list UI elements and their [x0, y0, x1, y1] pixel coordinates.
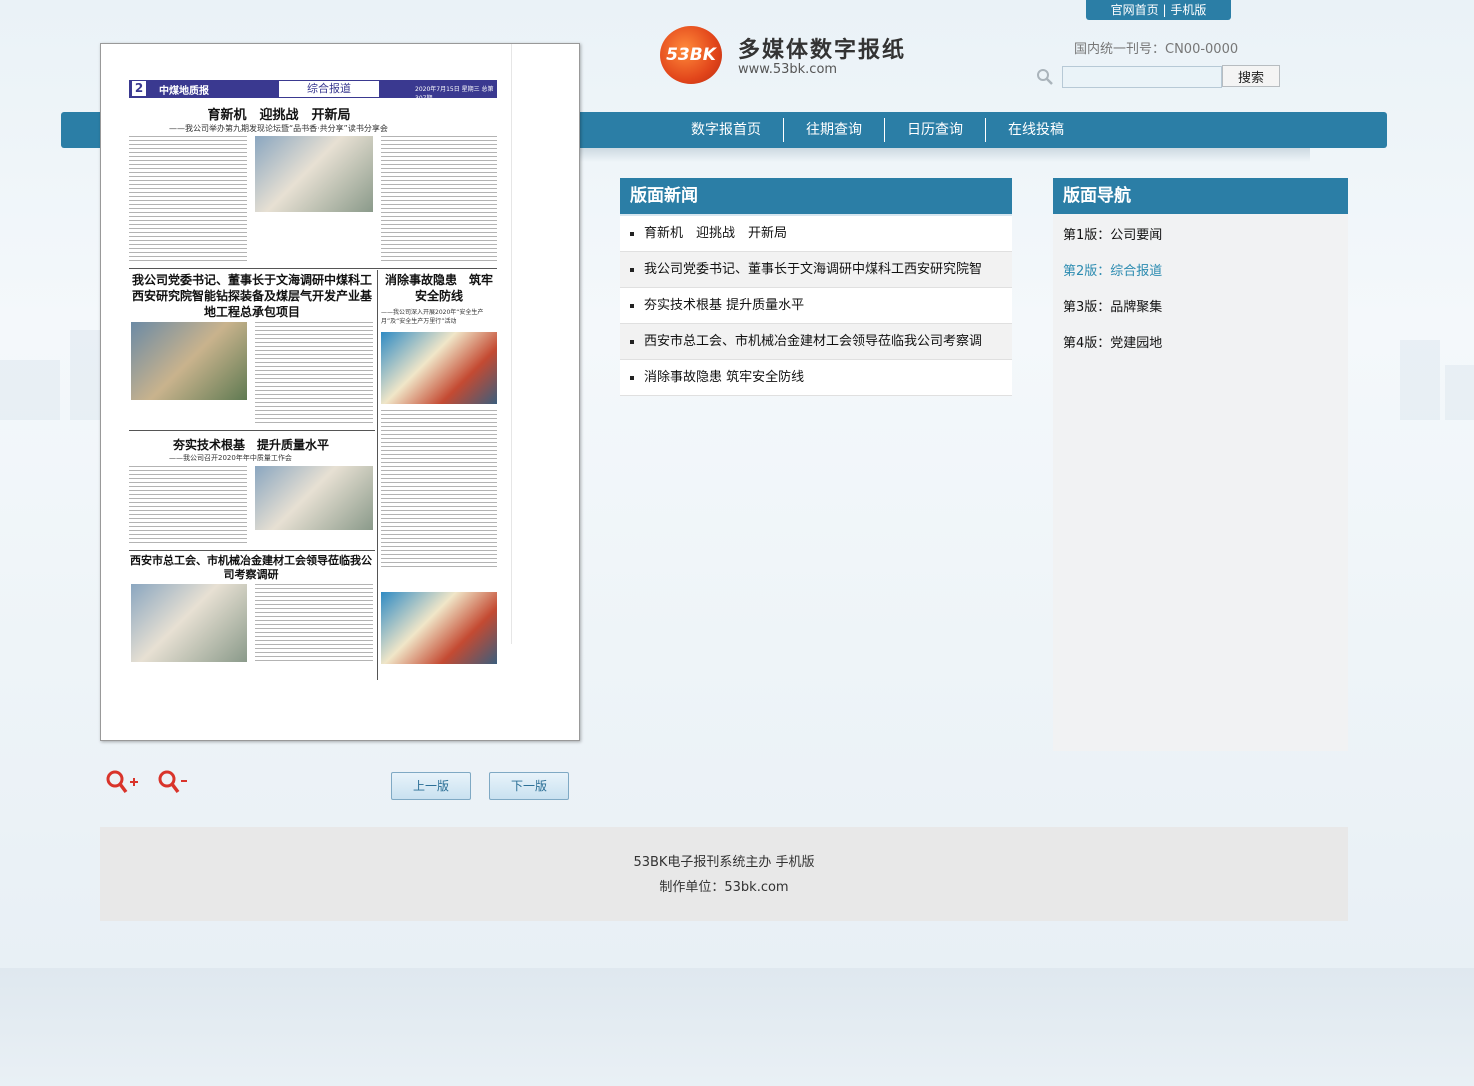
page-number: 2: [132, 81, 146, 96]
article-photo: [381, 592, 497, 664]
article-photo: [255, 136, 373, 212]
headline-3[interactable]: 消除事故隐患 筑牢安全防线: [381, 272, 497, 304]
page-nav-panel: 版面导航 第1版：公司要闻 第2版：综合报道 第3版：品牌聚集 第4版：党建园地: [1053, 178, 1348, 751]
page-header-bar: 2 中煤地质报 综合报道 2020年7月15日 星期三 总第307期: [129, 80, 497, 102]
nav-item-submit[interactable]: 在线投稿: [986, 112, 1086, 148]
article-text: [255, 322, 373, 426]
link-mobile[interactable]: 手机版: [1170, 3, 1206, 17]
section-label: 综合报道: [279, 81, 379, 97]
page-nav-item-3[interactable]: 第3版：品牌聚集: [1053, 290, 1348, 326]
article-photo: [381, 332, 497, 404]
footer-line-1: 53BK电子报刊系统主办 手机版: [633, 855, 815, 870]
prev-page-button[interactable]: 上一版: [391, 772, 471, 800]
headline-1[interactable]: 育新机 迎挑战 开新局: [129, 104, 429, 123]
article-photo: [255, 466, 373, 530]
nav-item-home[interactable]: 数字报首页: [669, 112, 783, 148]
article-text: [129, 466, 247, 546]
logo-badge: 53BK: [660, 26, 722, 84]
news-item[interactable]: 夯实技术根基 提升质量水平: [620, 288, 1012, 324]
zoom-in-icon[interactable]: [104, 768, 140, 798]
page-nav-item-1[interactable]: 第1版：公司要闻: [1053, 218, 1348, 254]
page-news-title: 版面新闻: [620, 178, 1012, 216]
page-nav-item-4[interactable]: 第4版：党建园地: [1053, 326, 1348, 362]
zoom-out-icon[interactable]: [156, 768, 192, 798]
bottom-band: [0, 968, 1474, 1086]
headline-4[interactable]: 夯实技术根基 提升质量水平: [129, 436, 373, 453]
masthead: 中煤地质报: [159, 86, 209, 97]
nav-item-calendar[interactable]: 日历查询: [885, 112, 985, 148]
news-item[interactable]: 我公司党委书记、董事长于文海调研中煤科工西安研究院智: [620, 252, 1012, 288]
next-page-button[interactable]: 下一版: [489, 772, 569, 800]
page-nav-item-2[interactable]: 第2版：综合报道: [1053, 254, 1348, 290]
footer: 53BK电子报刊系统主办 手机版 制作单位：53bk.com: [100, 827, 1348, 921]
article-text: [381, 136, 497, 262]
subhead-1: ——我公司举办第九期发现论坛暨“品书香·共分享”读书分享会: [169, 124, 388, 133]
subhead-4: ——我公司召开2020年年中质量工作会: [169, 454, 292, 462]
article-text: [255, 584, 373, 664]
article-text: [129, 136, 247, 262]
nav-item-archive[interactable]: 往期查询: [784, 112, 884, 148]
footer-line-2: 制作单位：53bk.com: [659, 880, 789, 895]
issn-label: 国内统一刊号：CN00-0000: [1074, 42, 1239, 57]
nav-shadow: [580, 148, 1310, 162]
logo-url: www.53bk.com: [738, 62, 838, 77]
page-nav-title: 版面导航: [1053, 178, 1348, 214]
news-item[interactable]: 育新机 迎挑战 开新局: [620, 216, 1012, 252]
news-item[interactable]: 消除事故隐患 筑牢安全防线: [620, 360, 1012, 396]
subhead-3: ——我公司深入开展2020年“安全生产月”及“安全生产万里行”活动: [381, 309, 484, 325]
article-text: [381, 410, 497, 570]
search-icon: [1037, 69, 1053, 85]
article-photo: [131, 322, 247, 400]
page-news-panel: 版面新闻 育新机 迎挑战 开新局 我公司党委书记、董事长于文海调研中煤科工西安研…: [620, 178, 1012, 396]
search-button[interactable]: 搜索: [1222, 65, 1280, 87]
site-logo[interactable]: 53BK 多媒体数字报纸 www.53bk.com: [660, 24, 920, 88]
link-official-home[interactable]: 官网首页: [1111, 3, 1159, 17]
article-photo: [131, 584, 247, 662]
logo-title: 多媒体数字报纸: [738, 38, 907, 63]
headline-5[interactable]: 西安市总工会、市机械冶金建材工会领导莅临我公司考察调研: [129, 554, 373, 582]
newspaper-page-preview[interactable]: 2 中煤地质报 综合报道 2020年7月15日 星期三 总第307期 育新机 迎…: [100, 43, 580, 741]
top-links: 官网首页 | 手机版: [1086, 0, 1231, 20]
news-item[interactable]: 西安市总工会、市机械冶金建材工会领导莅临我公司考察调: [620, 324, 1012, 360]
search-input[interactable]: [1062, 66, 1222, 88]
date-line: 2020年7月15日 星期三 总第307期: [415, 86, 494, 102]
headline-2[interactable]: 我公司党委书记、董事长于文海调研中煤科工西安研究院智能钻探装备及煤层气开发产业基…: [131, 272, 373, 320]
